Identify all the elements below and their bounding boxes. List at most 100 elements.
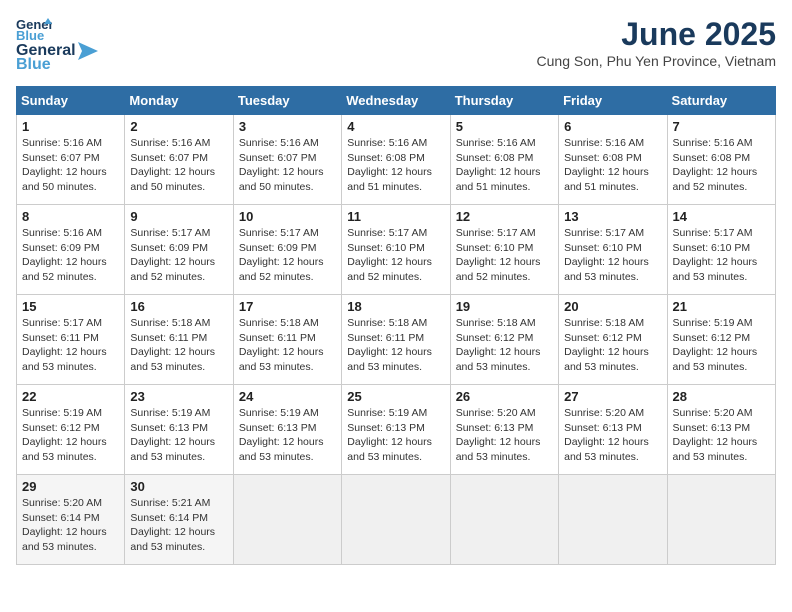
calendar-cell: 27 Sunrise: 5:20 AMSunset: 6:13 PMDayligh… (559, 385, 667, 475)
calendar-cell (450, 475, 558, 565)
day-info: Sunrise: 5:20 AMSunset: 6:13 PMDaylight:… (673, 406, 770, 465)
day-number: 8 (22, 209, 119, 224)
calendar-cell: 24 Sunrise: 5:19 AMSunset: 6:13 PMDayligh… (233, 385, 341, 475)
calendar-cell: 23Sunrise: 5:19 AMSunset: 6:13 PMDayligh… (125, 385, 233, 475)
calendar-cell: 17 Sunrise: 5:18 AMSunset: 6:11 PMDayligh… (233, 295, 341, 385)
calendar-cell: 16 Sunrise: 5:18 AMSunset: 6:11 PMDayligh… (125, 295, 233, 385)
day-number: 2 (130, 119, 227, 134)
day-info: Sunrise: 5:19 AMSunset: 6:13 PMDaylight:… (347, 406, 444, 465)
day-number: 5 (456, 119, 553, 134)
day-info: Sunrise: 5:19 AMSunset: 6:13 PMDaylight:… (239, 406, 336, 465)
header: General Blue General Blue June 2025 Cung… (16, 16, 776, 74)
day-info: Sunrise: 5:18 AMSunset: 6:12 PMDaylight:… (456, 316, 553, 375)
dow-sunday: Sunday (17, 87, 125, 115)
day-info: Sunrise: 5:17 AMSunset: 6:09 PMDaylight:… (130, 226, 227, 285)
day-number: 25 (347, 389, 444, 404)
logo: General Blue General Blue (16, 16, 98, 74)
calendar-cell: 13 Sunrise: 5:17 AMSunset: 6:10 PMDayligh… (559, 205, 667, 295)
day-info: Sunrise: 5:18 AMSunset: 6:11 PMDaylight:… (347, 316, 444, 375)
calendar-cell (559, 475, 667, 565)
day-info: Sunrise: 5:20 AMSunset: 6:14 PMDaylight:… (22, 496, 119, 555)
logo-arrow-icon (78, 42, 98, 60)
logo-icon: General Blue (16, 16, 52, 42)
calendar-cell: 4 Sunrise: 5:16 AMSunset: 6:08 PMDaylight… (342, 115, 450, 205)
day-number: 1 (22, 119, 119, 134)
calendar-cell: 8 Sunrise: 5:16 AMSunset: 6:09 PMDaylight… (17, 205, 125, 295)
calendar-cell: 25 Sunrise: 5:19 AMSunset: 6:13 PMDayligh… (342, 385, 450, 475)
calendar-cell: 29 Sunrise: 5:20 AMSunset: 6:14 PMDayligh… (17, 475, 125, 565)
day-info: Sunrise: 5:16 AMSunset: 6:07 PMDaylight:… (239, 136, 336, 195)
day-number: 10 (239, 209, 336, 224)
day-info: Sunrise: 5:18 AMSunset: 6:11 PMDaylight:… (239, 316, 336, 375)
week-row-1: 1 Sunrise: 5:16 AMSunset: 6:07 PMDaylight… (17, 115, 776, 205)
dow-saturday: Saturday (667, 87, 775, 115)
dow-wednesday: Wednesday (342, 87, 450, 115)
day-number: 26 (456, 389, 553, 404)
calendar-cell (233, 475, 341, 565)
week-row-5: 29 Sunrise: 5:20 AMSunset: 6:14 PMDayligh… (17, 475, 776, 565)
day-info: Sunrise: 5:17 AMSunset: 6:11 PMDaylight:… (22, 316, 119, 375)
day-info: Sunrise: 5:17 AMSunset: 6:10 PMDaylight:… (673, 226, 770, 285)
day-number: 30 (130, 479, 227, 494)
calendar: SundayMondayTuesdayWednesdayThursdayFrid… (16, 86, 776, 565)
day-number: 21 (673, 299, 770, 314)
calendar-cell: 26Sunrise: 5:20 AMSunset: 6:13 PMDayligh… (450, 385, 558, 475)
day-number: 23 (130, 389, 227, 404)
calendar-cell: 20Sunrise: 5:18 AMSunset: 6:12 PMDayligh… (559, 295, 667, 385)
day-info: Sunrise: 5:16 AMSunset: 6:08 PMDaylight:… (673, 136, 770, 195)
svg-text:Blue: Blue (16, 28, 44, 42)
day-info: Sunrise: 5:17 AMSunset: 6:10 PMDaylight:… (564, 226, 661, 285)
title-area: June 2025 Cung Son, Phu Yen Province, Vi… (537, 16, 776, 69)
day-info: Sunrise: 5:16 AMSunset: 6:09 PMDaylight:… (22, 226, 119, 285)
dow-monday: Monday (125, 87, 233, 115)
day-number: 29 (22, 479, 119, 494)
day-info: Sunrise: 5:16 AMSunset: 6:08 PMDaylight:… (347, 136, 444, 195)
calendar-cell: 18 Sunrise: 5:18 AMSunset: 6:11 PMDayligh… (342, 295, 450, 385)
calendar-cell: 10 Sunrise: 5:17 AMSunset: 6:09 PMDayligh… (233, 205, 341, 295)
dow-friday: Friday (559, 87, 667, 115)
calendar-cell: 7 Sunrise: 5:16 AMSunset: 6:08 PMDaylight… (667, 115, 775, 205)
day-info: Sunrise: 5:19 AMSunset: 6:12 PMDaylight:… (673, 316, 770, 375)
calendar-cell (667, 475, 775, 565)
day-number: 6 (564, 119, 661, 134)
dow-thursday: Thursday (450, 87, 558, 115)
day-number: 16 (130, 299, 227, 314)
calendar-cell: 1 Sunrise: 5:16 AMSunset: 6:07 PMDaylight… (17, 115, 125, 205)
day-number: 20 (564, 299, 661, 314)
calendar-cell: 6 Sunrise: 5:16 AMSunset: 6:08 PMDaylight… (559, 115, 667, 205)
calendar-cell: 19 Sunrise: 5:18 AMSunset: 6:12 PMDayligh… (450, 295, 558, 385)
calendar-cell: 12Sunrise: 5:17 AMSunset: 6:10 PMDayligh… (450, 205, 558, 295)
calendar-cell: 30 Sunrise: 5:21 AMSunset: 6:14 PMDayligh… (125, 475, 233, 565)
day-number: 22 (22, 389, 119, 404)
day-number: 19 (456, 299, 553, 314)
logo-blue-text: Blue (16, 56, 51, 74)
day-number: 12 (456, 209, 553, 224)
day-number: 14 (673, 209, 770, 224)
day-number: 28 (673, 389, 770, 404)
day-info: Sunrise: 5:16 AMSunset: 6:08 PMDaylight:… (456, 136, 553, 195)
day-number: 17 (239, 299, 336, 314)
day-info: Sunrise: 5:20 AMSunset: 6:13 PMDaylight:… (564, 406, 661, 465)
day-number: 24 (239, 389, 336, 404)
calendar-cell: 3Sunrise: 5:16 AMSunset: 6:07 PMDaylight… (233, 115, 341, 205)
calendar-cell: 22Sunrise: 5:19 AMSunset: 6:12 PMDayligh… (17, 385, 125, 475)
week-row-2: 8 Sunrise: 5:16 AMSunset: 6:09 PMDaylight… (17, 205, 776, 295)
calendar-cell: 9Sunrise: 5:17 AMSunset: 6:09 PMDaylight… (125, 205, 233, 295)
day-info: Sunrise: 5:17 AMSunset: 6:09 PMDaylight:… (239, 226, 336, 285)
day-number: 13 (564, 209, 661, 224)
day-info: Sunrise: 5:21 AMSunset: 6:14 PMDaylight:… (130, 496, 227, 555)
day-number: 18 (347, 299, 444, 314)
day-number: 15 (22, 299, 119, 314)
day-number: 7 (673, 119, 770, 134)
week-row-4: 22Sunrise: 5:19 AMSunset: 6:12 PMDayligh… (17, 385, 776, 475)
day-info: Sunrise: 5:16 AMSunset: 6:08 PMDaylight:… (564, 136, 661, 195)
day-number: 11 (347, 209, 444, 224)
day-info: Sunrise: 5:18 AMSunset: 6:11 PMDaylight:… (130, 316, 227, 375)
days-of-week-row: SundayMondayTuesdayWednesdayThursdayFrid… (17, 87, 776, 115)
day-number: 4 (347, 119, 444, 134)
dow-tuesday: Tuesday (233, 87, 341, 115)
day-number: 27 (564, 389, 661, 404)
calendar-cell (342, 475, 450, 565)
location-title: Cung Son, Phu Yen Province, Vietnam (537, 53, 776, 69)
day-info: Sunrise: 5:16 AMSunset: 6:07 PMDaylight:… (22, 136, 119, 195)
